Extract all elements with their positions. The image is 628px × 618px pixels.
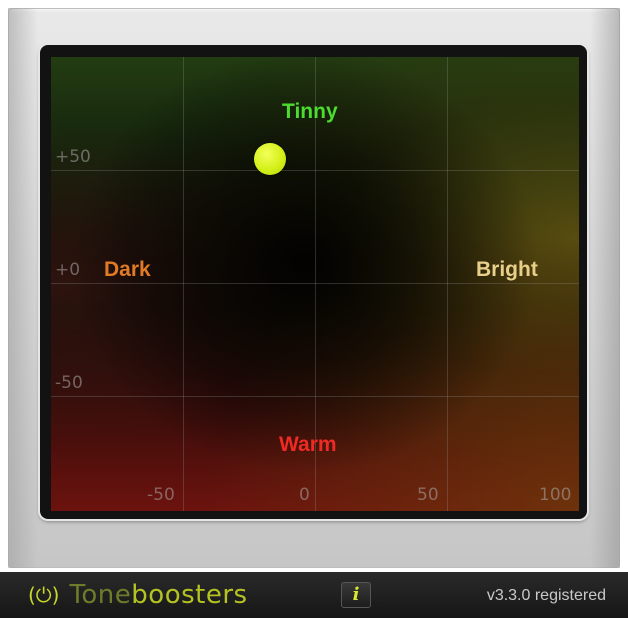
y-tick-label: +50 — [55, 147, 91, 167]
brand-name-part1: Tone — [69, 580, 132, 610]
x-tick-label: 0 — [299, 485, 310, 505]
toneboosters-plugin-window: +50 +0 -50 -50 0 50 100 Tinny Dark Brigh… — [0, 0, 628, 618]
brand-name: Toneboosters — [69, 580, 247, 610]
grid-line-horizontal — [51, 283, 579, 284]
y-tick-label: +0 — [55, 260, 81, 280]
zone-label-warm: Warm — [279, 433, 337, 456]
x-tick-label: 50 — [417, 485, 439, 505]
grid-line-vertical — [447, 57, 448, 511]
zone-label-bright: Bright — [476, 258, 538, 281]
tone-handle[interactable] — [254, 143, 287, 176]
grid-line-vertical — [183, 57, 184, 511]
brand-logo[interactable]: (⏻) Toneboosters — [28, 580, 248, 610]
x-tick-label: -50 — [147, 485, 175, 505]
y-tick-label: -50 — [55, 373, 83, 393]
power-icon: (⏻) — [28, 583, 60, 607]
frame-sheen-left — [8, 8, 38, 568]
grid-line-horizontal — [51, 170, 579, 171]
version-status: v3.3.0 registered — [486, 587, 606, 604]
info-button[interactable]: i — [341, 582, 371, 608]
x-tick-label: 100 — [539, 485, 572, 505]
tone-xy-pad[interactable]: +50 +0 -50 -50 0 50 100 Tinny Dark Brigh… — [51, 57, 579, 511]
zone-label-tinny: Tinny — [282, 100, 338, 123]
brand-name-part2: boosters — [131, 580, 248, 610]
zone-label-dark: Dark — [104, 258, 151, 281]
frame-sheen-right — [590, 8, 620, 568]
grid-line-horizontal — [51, 396, 579, 397]
